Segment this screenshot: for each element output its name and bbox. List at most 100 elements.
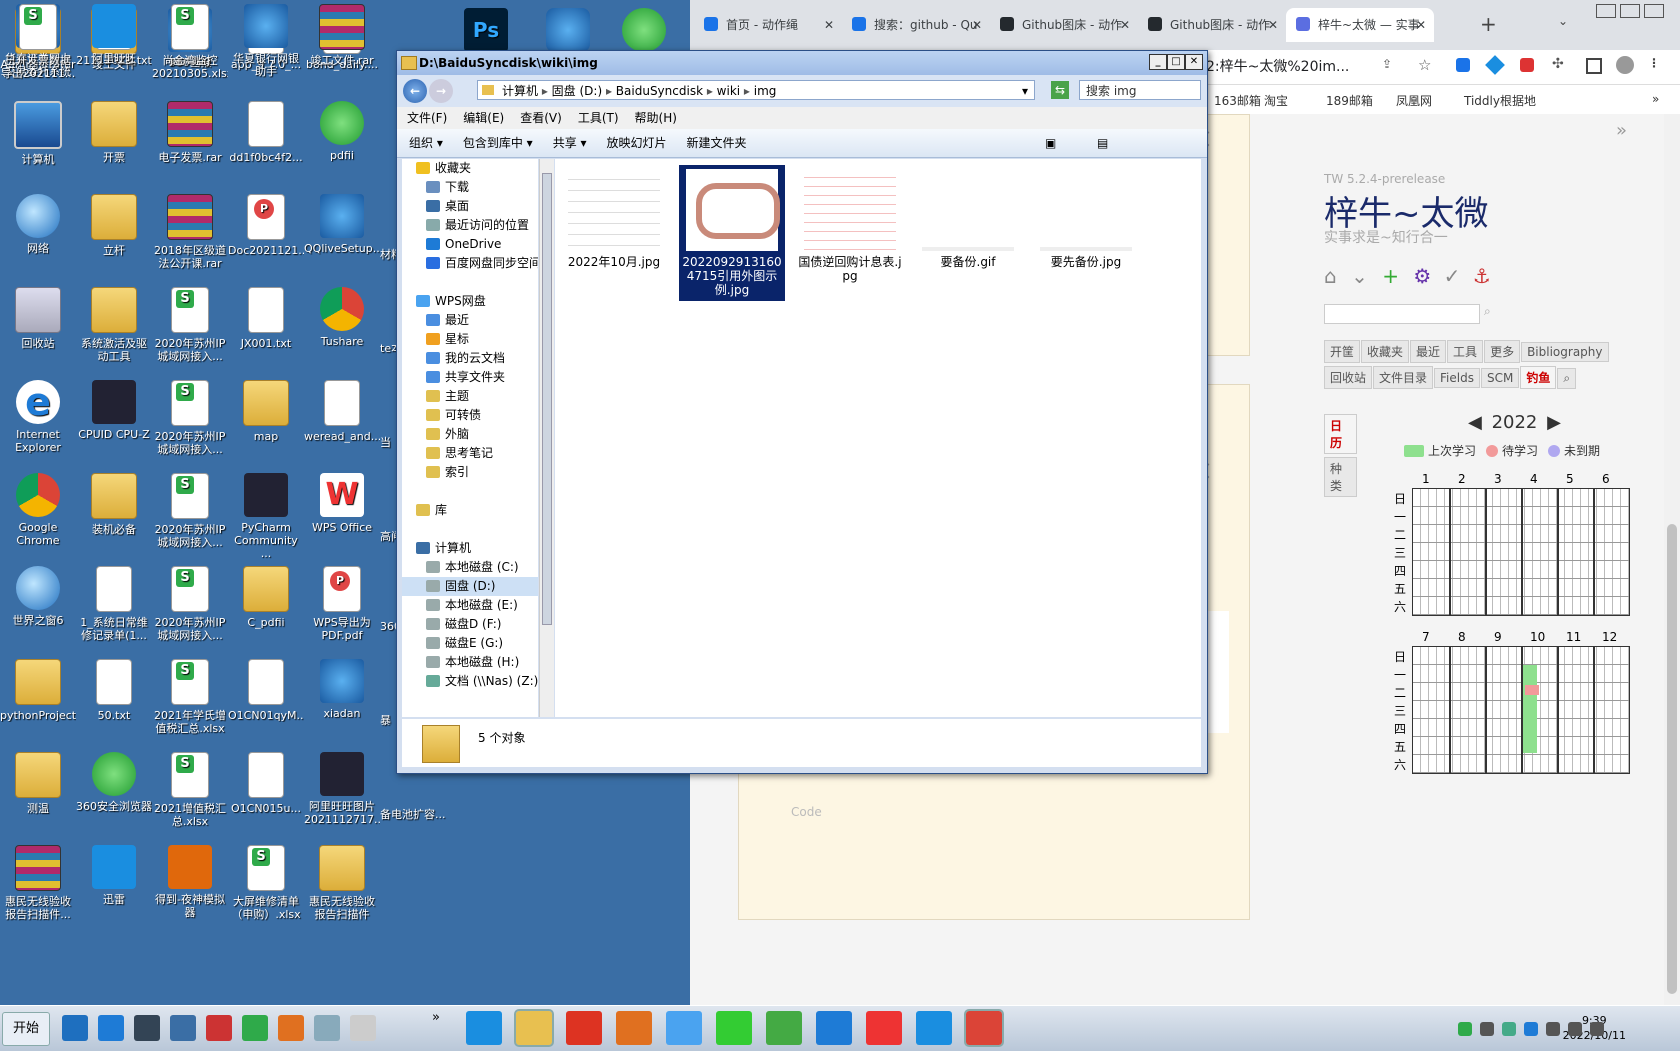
file-item[interactable]: 20220929131604715引用外图示例.jpg <box>679 165 785 301</box>
chrome-icon[interactable] <box>964 1009 1004 1047</box>
url-text[interactable]: 2:梓牛~太微%20im... <box>1206 56 1349 76</box>
desktop-icon[interactable]: W WPS Office <box>304 469 380 534</box>
desktop-icon[interactable]: pythonProject <box>0 655 76 722</box>
minimize-button[interactable]: _ <box>1149 54 1167 70</box>
menu-item[interactable]: 查看(V) <box>520 111 562 125</box>
desktop-icon[interactable]: 2020年苏州IP城域网接入... <box>152 562 228 642</box>
close-tab-icon[interactable]: ✕ <box>1416 8 1426 42</box>
tw-search-input[interactable] <box>1324 304 1480 324</box>
dropdown-icon[interactable]: ▾ <box>1022 81 1028 101</box>
command-button[interactable]: 放映幻灯片 <box>607 136 667 150</box>
nav-item[interactable]: 桌面 <box>402 197 538 216</box>
file-item[interactable]: 国债逆回购计息表.jpg <box>797 165 903 283</box>
calendar-day-marked[interactable] <box>1523 665 1537 701</box>
desktop-icon[interactable]: JX001.txt <box>228 283 304 350</box>
desktop-icon[interactable]: 电子发票.rar <box>152 97 228 164</box>
desktop-icon[interactable]: 迅雷 <box>76 841 152 906</box>
bookmark-item[interactable]: 163邮箱 <box>1214 92 1261 109</box>
home-icon[interactable]: ⌂ <box>1324 264 1337 288</box>
desktop-icon[interactable]: 已开发票数据导出202111... <box>0 0 76 80</box>
tab[interactable]: Github图床 - 动作 ✕ <box>1138 8 1286 42</box>
nav-item[interactable]: 最近访问的位置 <box>402 216 538 235</box>
search-icon[interactable]: ⌕ <box>1484 304 1491 319</box>
page-scrollbar[interactable] <box>1664 114 1680 1005</box>
nav-item[interactable]: 可转债 <box>402 406 538 425</box>
breadcrumb-item[interactable]: img <box>754 84 777 98</box>
desktop-icon[interactable]: PyCharm Community ... <box>228 469 304 560</box>
nav-item[interactable]: 思考笔记 <box>402 444 538 463</box>
file-item[interactable]: 2022年10月.jpg <box>561 165 667 269</box>
nav-item[interactable]: 磁盘E (G:) <box>402 634 538 653</box>
desktop-icon[interactable]: 世界之窗6 <box>0 562 76 627</box>
desktop-icon[interactable]: QQliveSetup... <box>304 190 380 255</box>
breadcrumb-item[interactable]: BaiduSyncdisk <box>616 84 703 98</box>
computer-icon[interactable] <box>170 1015 196 1041</box>
show-desktop-icon[interactable] <box>62 1015 88 1041</box>
desktop-icon[interactable]: 网络 <box>0 190 76 255</box>
puzzle-icon[interactable]: ✣ <box>1552 56 1564 72</box>
desktop-icon[interactable]: 2020年苏州IP城域网接入... <box>152 283 228 363</box>
nav-item[interactable]: 库 <box>402 501 538 520</box>
nav-item[interactable]: 索引 <box>402 463 538 482</box>
globe-icon[interactable] <box>666 1011 702 1045</box>
refresh-button[interactable]: ⇆ <box>1051 81 1069 99</box>
tray-icon[interactable] <box>1458 1022 1472 1036</box>
ie-icon[interactable] <box>98 1015 124 1041</box>
file-item[interactable]: 要备份.gif <box>915 165 1021 269</box>
explorer-icon[interactable] <box>514 1009 554 1047</box>
desktop-icon[interactable]: 得到-夜神模拟器 <box>152 841 228 919</box>
nav-item[interactable]: 固盘 (D:) <box>402 577 538 596</box>
close-tab-icon[interactable]: ✕ <box>1268 8 1278 42</box>
calculator-icon[interactable] <box>350 1015 376 1041</box>
scroll-thumb[interactable] <box>1667 524 1677 994</box>
desktop-icon[interactable]: 回收站 <box>0 283 76 350</box>
desktop-icon[interactable]: Google Chrome <box>0 469 76 547</box>
nav-item[interactable]: 主题 <box>402 387 538 406</box>
desktop-icon[interactable]: 阿里旺旺 <box>76 0 152 65</box>
tw-side-tab[interactable]: 日历 <box>1324 414 1357 454</box>
bookmarks-overflow[interactable]: » <box>1652 92 1659 106</box>
extension-icon[interactable] <box>1520 58 1534 72</box>
spreadsheet-icon[interactable] <box>242 1015 268 1041</box>
nav-item[interactable]: 本地磁盘 (C:) <box>402 558 538 577</box>
desktop-icon[interactable]: 大屏维修清单（申购）.xlsx <box>228 841 304 921</box>
desktop-icon[interactable]: 1_系统日常维修记录单(1... <box>76 562 152 642</box>
start-button[interactable]: 开始 <box>2 1012 50 1046</box>
bookmark-item[interactable]: Tiddly根据地 <box>1464 92 1536 109</box>
desktop-icon[interactable]: 华夏银行网银助手 <box>228 0 304 78</box>
nav-item[interactable]: 共享文件夹 <box>402 368 538 387</box>
menu-icon[interactable]: ⋮ <box>1648 56 1660 70</box>
search-icon[interactable]: ⌕ <box>1557 368 1577 389</box>
command-button[interactable]: 新建文件夹 <box>687 136 747 150</box>
next-year-button[interactable]: ▶ <box>1547 412 1561 433</box>
sidepanel-icon[interactable] <box>1586 58 1602 74</box>
desktop-icon[interactable]: Tushare <box>304 283 380 348</box>
nav-item[interactable]: OneDrive <box>402 235 538 254</box>
scroll-thumb[interactable] <box>542 173 552 625</box>
nav-item[interactable]: 百度网盘同步空间 <box>402 254 538 273</box>
desktop-icon[interactable]: 阿里旺旺图片2021112717... <box>304 748 380 826</box>
tw-tab[interactable]: Bibliography <box>1521 342 1609 362</box>
nav-item[interactable]: 外脑 <box>402 425 538 444</box>
nav-item[interactable]: WPS网盘 <box>402 292 538 311</box>
nav-scrollbar[interactable] <box>539 159 554 717</box>
desktop-icon[interactable]: C_pdfii <box>228 562 304 629</box>
tw-tab[interactable]: 工具 <box>1447 340 1484 363</box>
maximize-button[interactable]: □ <box>1167 54 1185 70</box>
menu-item[interactable]: 工具(T) <box>578 111 619 125</box>
share-icon[interactable]: ⇪ <box>1382 57 1392 71</box>
youdao-icon[interactable] <box>566 1011 602 1045</box>
desktop-icon[interactable]: 测温 <box>0 748 76 815</box>
pdf-icon[interactable] <box>206 1015 232 1041</box>
bookmark-item[interactable]: 189邮箱 <box>1326 92 1373 109</box>
desktop-icon[interactable]: Ps <box>456 4 516 56</box>
desktop-icon[interactable]: 2020年苏州IP城域网接入... <box>152 469 228 549</box>
tw-tab[interactable]: 钓鱼 <box>1520 366 1557 389</box>
desktop-icon[interactable]: 开票 <box>76 97 152 164</box>
chevron-down-icon[interactable]: ⌄ <box>1351 264 1368 288</box>
menu-item[interactable]: 文件(F) <box>407 111 447 125</box>
docs-icon[interactable] <box>916 1011 952 1045</box>
nav-item[interactable]: 星标 <box>402 330 538 349</box>
tw-side-tab[interactable]: 种类 <box>1324 457 1357 497</box>
nav-item[interactable]: 本地磁盘 (E:) <box>402 596 538 615</box>
